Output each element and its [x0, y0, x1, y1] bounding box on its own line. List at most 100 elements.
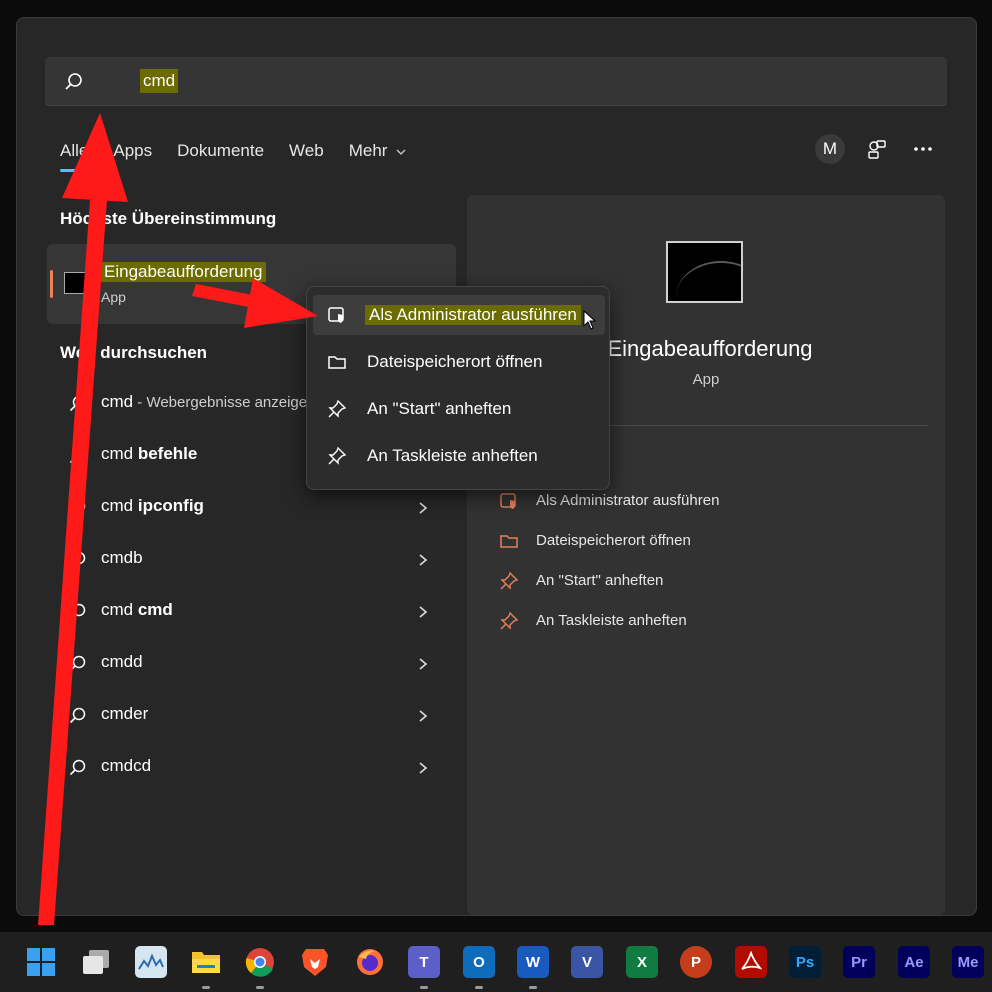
search-box[interactable]: cmd	[45, 57, 947, 106]
search-icon	[69, 551, 86, 568]
running-indicator	[256, 986, 264, 989]
chevron-down-icon	[396, 149, 406, 155]
best-match-type: App	[101, 289, 126, 305]
context-item-label: Dateispeicherort öffnen	[367, 352, 543, 371]
list-item-label: cmd cmd	[101, 600, 173, 620]
excel-icon[interactable]: X	[626, 946, 658, 978]
connected-accounts-icon[interactable]	[863, 135, 891, 163]
folder-icon	[328, 356, 346, 369]
list-item[interactable]: cmdd	[60, 638, 440, 690]
powerpoint-icon[interactable]: P	[680, 946, 712, 978]
web-search-heading: Web durchsuchen	[60, 343, 208, 362]
selection-indicator	[50, 270, 53, 298]
taskbar: T O W V X P Ps Pr Ae Me	[0, 932, 992, 992]
list-item[interactable]: cmd cmd	[60, 586, 440, 638]
pin-icon	[500, 571, 519, 590]
tab-alle[interactable]: Alle	[60, 138, 88, 172]
after-effects-letters: Ae	[904, 953, 924, 971]
running-indicator	[475, 986, 483, 989]
mouse-cursor-icon	[583, 310, 597, 330]
photoshop-icon[interactable]: Ps	[789, 946, 821, 978]
premiere-letters: Pr	[851, 953, 867, 971]
resource-monitor-icon[interactable]	[135, 946, 167, 978]
chevron-right-icon[interactable]	[416, 604, 430, 620]
context-pin-taskbar[interactable]: An Taskleiste anheften	[313, 436, 605, 476]
start-icon[interactable]	[25, 946, 57, 978]
word-icon[interactable]: W	[517, 946, 549, 989]
chevron-right-icon[interactable]	[416, 708, 430, 724]
after-effects-icon[interactable]: Ae	[898, 946, 930, 978]
search-icon	[69, 499, 86, 516]
search-input[interactable]: cmd	[140, 69, 179, 93]
visio-letter: V	[581, 953, 592, 971]
outlook-icon[interactable]: O	[463, 946, 495, 989]
list-item[interactable]: cmder	[60, 690, 440, 742]
list-item-label: cmdb	[101, 548, 143, 568]
chrome-icon[interactable]	[244, 946, 276, 989]
teams-icon[interactable]: T	[408, 946, 440, 989]
header-actions: M	[815, 134, 937, 164]
query-text: cmdb	[101, 548, 143, 567]
query-text: cmdd	[101, 652, 143, 671]
search-icon	[65, 73, 82, 90]
tab-web[interactable]: Web	[289, 138, 324, 166]
excel-letter: X	[636, 953, 647, 971]
acrobat-icon[interactable]	[735, 946, 767, 978]
context-menu: Als Administrator ausführen Dateispeiche…	[306, 286, 610, 490]
more-options-icon[interactable]	[909, 135, 937, 163]
action-label: An Taskleiste anheften	[536, 612, 687, 629]
folder-icon	[500, 535, 518, 548]
search-icon	[69, 759, 86, 776]
file-explorer-icon[interactable]	[190, 946, 222, 989]
chevron-right-icon[interactable]	[416, 552, 430, 568]
tab-apps[interactable]: Apps	[113, 138, 152, 166]
search-icon	[69, 707, 86, 724]
list-item-label: cmd ipconfig	[101, 496, 204, 516]
tab-mehr-label: Mehr	[348, 141, 388, 160]
task-view-icon[interactable]	[80, 946, 112, 978]
account-avatar[interactable]: M	[815, 134, 845, 164]
tab-dokumente[interactable]: Dokumente	[177, 138, 264, 166]
list-item-label: cmdd	[101, 652, 143, 672]
list-item-label: cmder	[101, 704, 148, 724]
teams-letter: T	[419, 953, 429, 971]
context-item-label: An Taskleiste anheften	[367, 446, 538, 465]
query-text: cmd	[101, 496, 138, 515]
brave-icon[interactable]	[299, 946, 331, 978]
chevron-right-icon[interactable]	[416, 760, 430, 776]
list-item[interactable]: cmdb	[60, 534, 440, 586]
visio-icon[interactable]: V	[571, 946, 603, 978]
premiere-icon[interactable]: Pr	[843, 946, 875, 978]
action-label: An "Start" anheften	[536, 572, 664, 589]
shield-window-icon	[328, 307, 344, 323]
filter-tabs: Alle Apps Dokumente Web Mehr	[60, 138, 431, 172]
running-indicator	[202, 986, 210, 989]
list-item[interactable]: cmdcd	[60, 742, 440, 794]
action-label: Dateispeicherort öffnen	[536, 532, 691, 549]
running-indicator	[529, 986, 537, 989]
pin-icon	[328, 399, 347, 418]
photoshop-letters: Ps	[795, 953, 815, 971]
chevron-right-icon[interactable]	[416, 500, 430, 516]
pin-icon	[328, 446, 347, 465]
best-match-heading: Höchste Übereinstimmung	[60, 209, 277, 228]
media-encoder-letters: Me	[957, 953, 979, 971]
suggestion-bold: befehle	[137, 444, 198, 463]
query-text: cmd	[101, 444, 138, 463]
firefox-icon[interactable]	[354, 946, 386, 978]
chevron-right-icon[interactable]	[416, 656, 430, 672]
context-run-as-admin[interactable]: Als Administrator ausführen	[313, 295, 605, 335]
context-item-label: Als Administrator ausführen	[365, 305, 581, 325]
pin-icon	[500, 611, 519, 630]
context-open-location[interactable]: Dateispeicherort öffnen	[313, 342, 605, 382]
list-item-label: cmdcd	[101, 756, 151, 776]
shield-window-icon	[500, 493, 516, 509]
command-prompt-large-icon	[666, 241, 743, 303]
running-indicator	[420, 986, 428, 989]
media-encoder-icon[interactable]: Me	[952, 946, 984, 978]
query-text: cmd	[101, 392, 134, 411]
tab-mehr[interactable]: Mehr	[349, 138, 406, 166]
context-pin-start[interactable]: An "Start" anheften	[313, 389, 605, 429]
search-icon	[69, 395, 86, 412]
suggestion-bold: cmd	[137, 600, 173, 619]
